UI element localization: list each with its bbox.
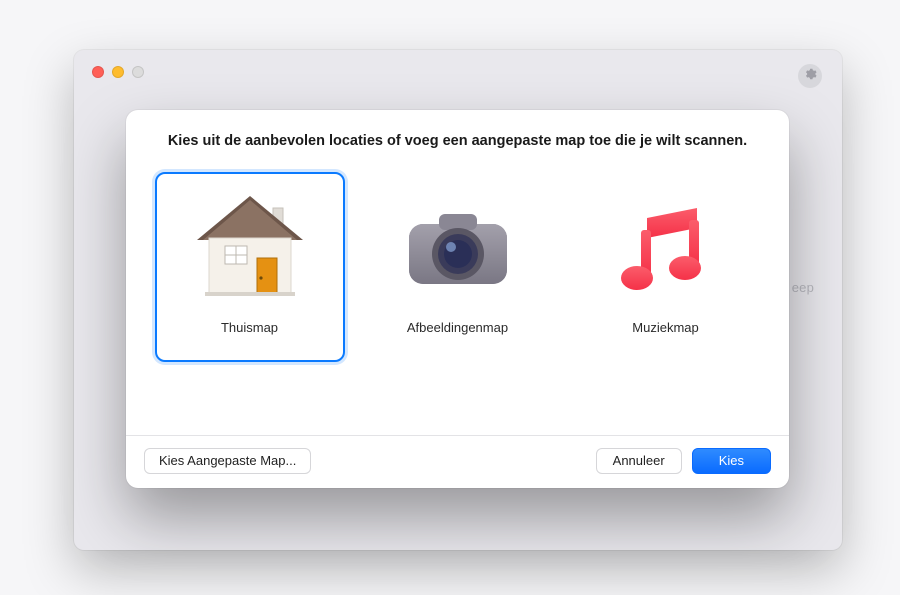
options-row: Thuismap [126, 166, 789, 370]
option-label: Muziekmap [632, 320, 698, 335]
settings-button[interactable] [798, 64, 822, 88]
music-icon [601, 188, 731, 308]
window-minimize-button[interactable] [112, 66, 124, 78]
house-icon [185, 188, 315, 308]
option-label: Thuismap [221, 320, 278, 335]
scan-location-dialog: Kies uit de aanbevolen locaties of voeg … [126, 110, 789, 488]
dialog-footer: Kies Aangepaste Map... Annuleer Kies [126, 435, 789, 488]
option-music-folder[interactable]: Muziekmap [571, 172, 761, 362]
background-partial-text: eep [792, 280, 814, 295]
gear-icon [803, 67, 817, 86]
option-home-folder[interactable]: Thuismap [155, 172, 345, 362]
camera-icon [393, 188, 523, 308]
window-close-button[interactable] [92, 66, 104, 78]
cancel-button[interactable]: Annuleer [596, 448, 682, 474]
choose-custom-folder-button[interactable]: Kies Aangepaste Map... [144, 448, 311, 474]
option-images-folder[interactable]: Afbeeldingenmap [363, 172, 553, 362]
dialog-title: Kies uit de aanbevolen locaties of voeg … [126, 110, 789, 166]
option-label: Afbeeldingenmap [407, 320, 508, 335]
window-maximize-button[interactable] [132, 66, 144, 78]
traffic-lights [92, 66, 144, 78]
choose-button[interactable]: Kies [692, 448, 771, 474]
